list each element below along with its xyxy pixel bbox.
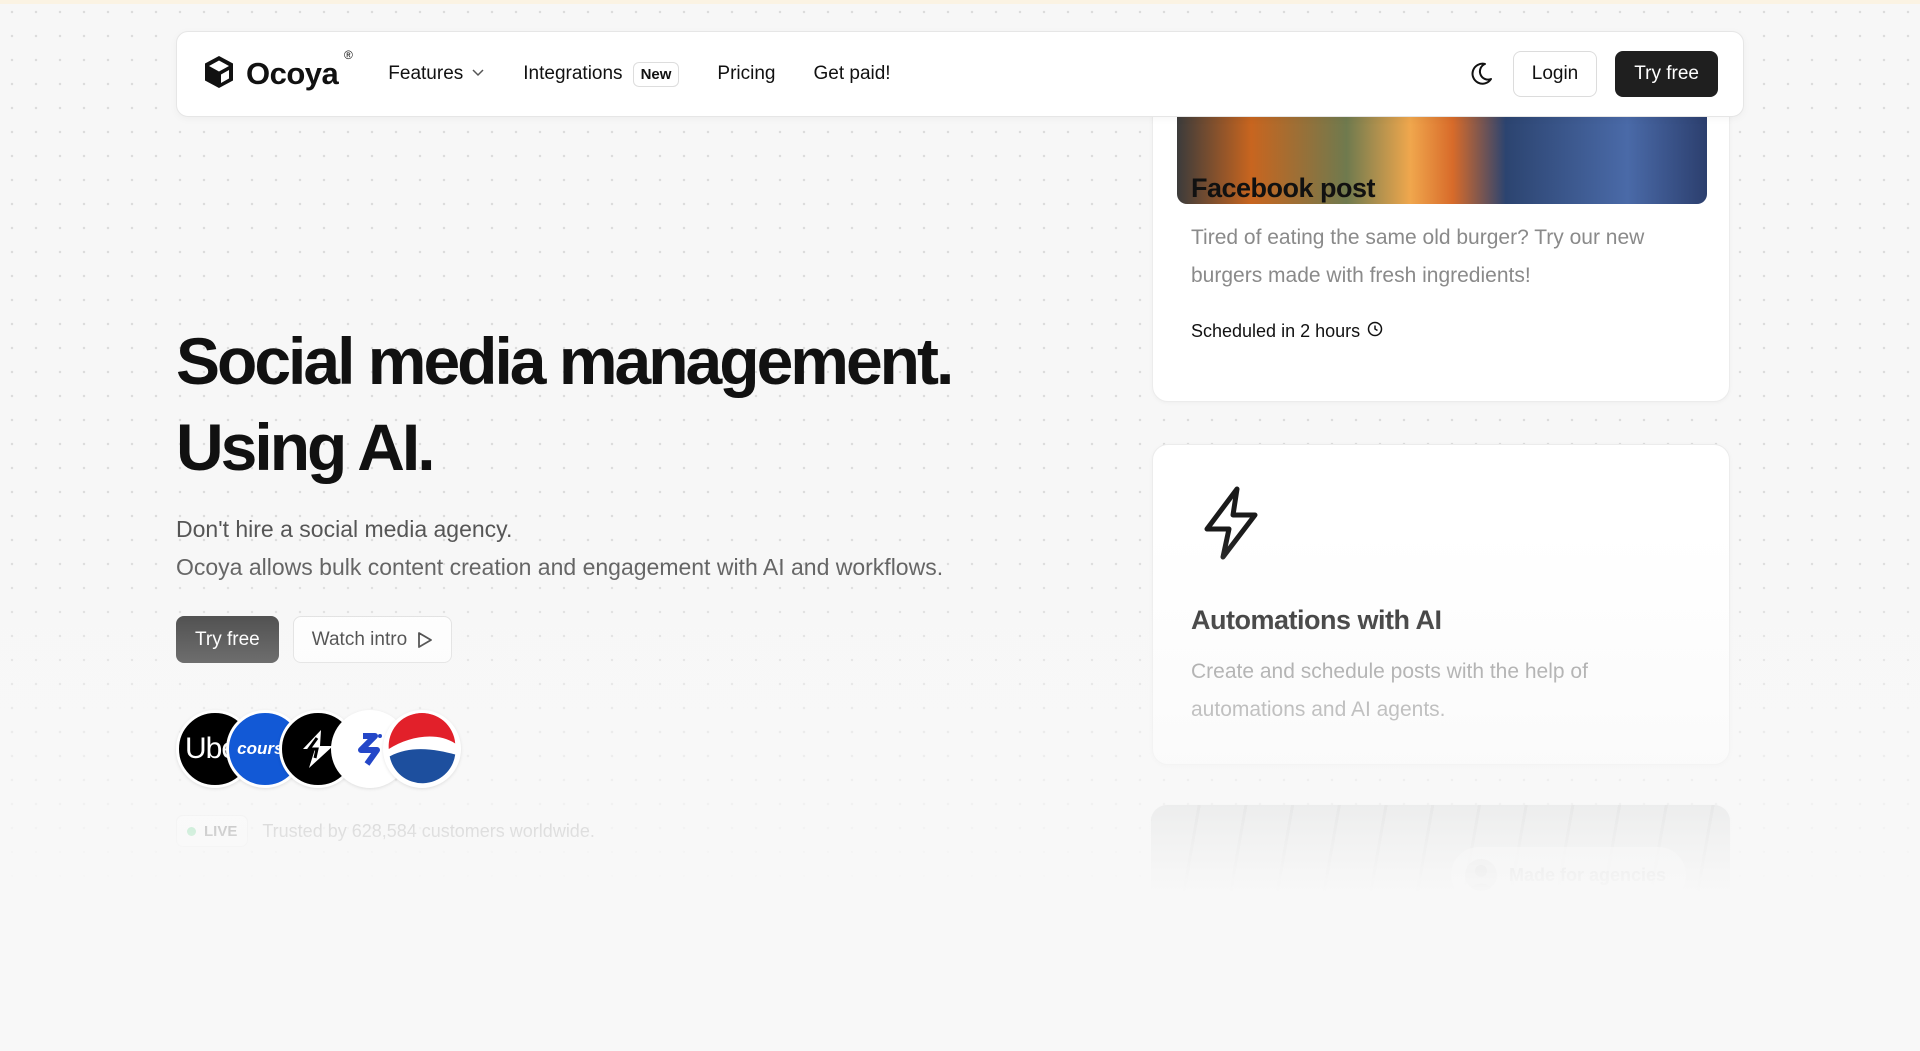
login-button[interactable]: Login (1512, 51, 1598, 97)
watch-intro-button[interactable]: Watch intro (292, 616, 453, 663)
nav-try-free-button[interactable]: Try free (1615, 51, 1718, 97)
hero-try-free-button[interactable]: Try free (176, 616, 279, 663)
customer-logos: Ube course (176, 710, 476, 790)
chevron-down-icon (471, 63, 485, 85)
logo[interactable]: Ocoya ® (202, 48, 353, 95)
nav-features-label: Features (388, 63, 464, 84)
live-row: LIVE Trusted by 628,584 customers worldw… (176, 815, 595, 847)
watch-intro-label: Watch intro (311, 628, 408, 650)
facebook-post-title: Facebook post (1191, 173, 1376, 203)
avatar-icon (1465, 859, 1497, 891)
top-strip (0, 0, 1920, 4)
hero-title-line2: Using AI. (176, 410, 436, 484)
registered-mark: ® (343, 48, 353, 62)
scheduled-status: Scheduled in 2 hours (1191, 321, 1383, 342)
scheduled-label: Scheduled in 2 hours (1191, 321, 1361, 341)
made-for-agencies-pill: Made for agencies (1451, 847, 1687, 903)
ocoya-logo-icon (202, 54, 236, 95)
brand-name: Ocoya ® (246, 48, 353, 91)
new-badge: New (632, 61, 680, 87)
automations-title: Automations with AI (1191, 605, 1442, 635)
hero-subtitle: Don't hire a social media agency. Ocoya … (176, 510, 943, 586)
hero-title-line1: Social media management. (176, 324, 954, 398)
nav-get-paid[interactable]: Get paid! (813, 63, 890, 85)
clock-icon (1367, 321, 1383, 342)
office-photo (1151, 805, 1730, 1051)
nav-integrations-label: Integrations (523, 63, 623, 84)
automations-card: Automations with AI Create and schedule … (1152, 444, 1730, 765)
facebook-post-desc: Tired of eating the same old burger? Try… (1191, 226, 1645, 287)
nav-integrations[interactable]: Integrations New (523, 61, 680, 87)
live-badge: LIVE (176, 815, 249, 847)
pepsi-logo (383, 710, 461, 788)
trusted-by-text: Trusted by 628,584 customers worldwide. (262, 820, 595, 841)
play-icon (417, 631, 433, 649)
hero-sub-line2: Ocoya allows bulk content creation and e… (176, 554, 944, 580)
hero-sub-line1: Don't hire a social media agency. (176, 516, 513, 542)
live-label: LIVE (204, 822, 238, 840)
hero-title: Social media management. Using AI. (176, 318, 954, 490)
agencies-card: Made for agencies (1151, 805, 1730, 1051)
moon-icon[interactable] (1467, 60, 1495, 88)
nav-pricing[interactable]: Pricing (717, 63, 775, 85)
made-for-agencies-label: Made for agencies (1509, 864, 1667, 885)
hero-actions: Try free Watch intro (176, 616, 453, 663)
navbar: Ocoya ® Features Integrations New Pricing… (176, 31, 1744, 117)
lightning-bolt-icon (1201, 485, 1261, 566)
automations-desc: Create and schedule posts with the help … (1191, 660, 1588, 721)
live-dot-icon (187, 826, 196, 836)
facebook-post-card: Facebook post Tired of eating the same o… (1152, 70, 1730, 402)
nav-features[interactable]: Features (388, 63, 485, 85)
